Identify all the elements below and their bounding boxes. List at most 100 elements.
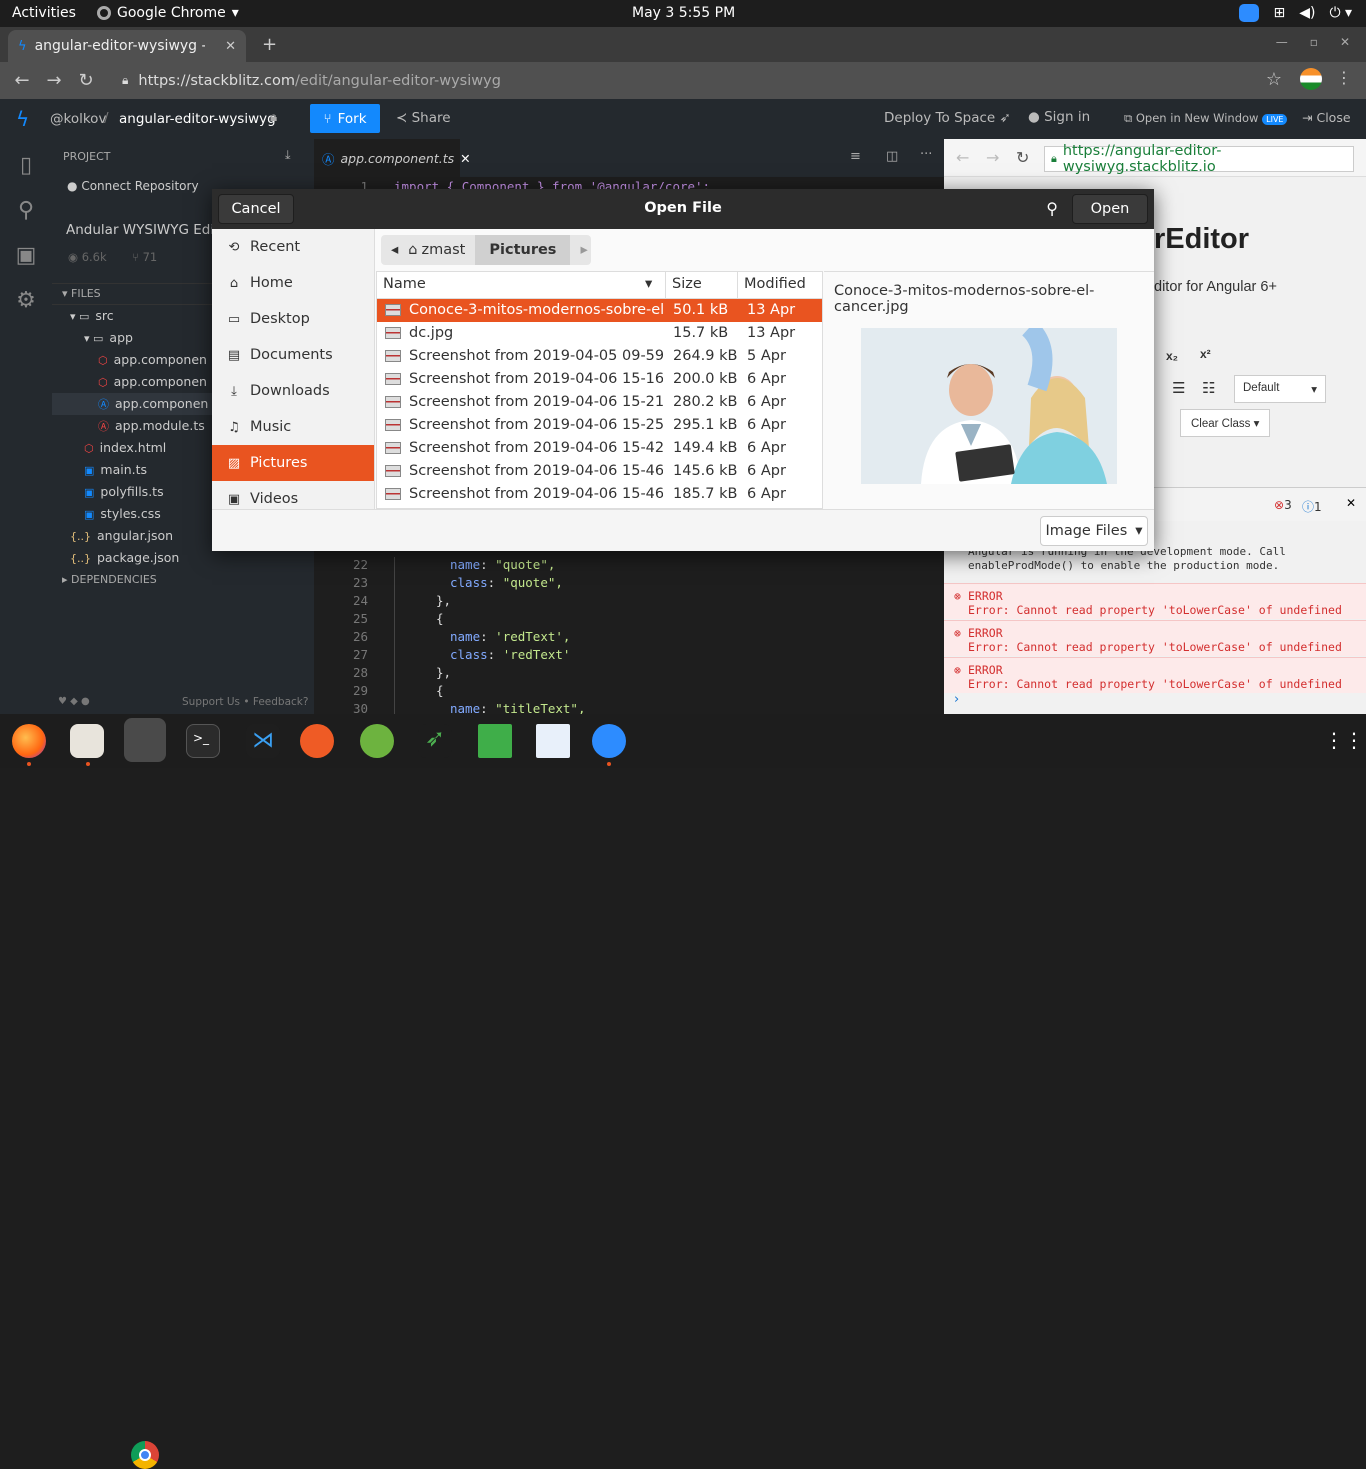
firefox-icon[interactable] [12,724,46,758]
postman-icon[interactable] [300,724,334,758]
preview-reload-icon[interactable]: ↻ [1016,148,1029,167]
path-forward-icon[interactable]: ▸ [570,242,597,258]
file-row[interactable]: Conoce-3-mitos-modernos-sobre-el... 50.1 … [377,299,822,322]
preview-forward-icon[interactable]: → [986,148,999,167]
activities-button[interactable]: Activities [12,5,76,21]
support-links[interactable]: Support Us • Feedback? [182,696,308,708]
fork-button[interactable]: ⑂ Fork [310,104,380,133]
bullet-list-icon[interactable]: ☰ [1172,379,1185,397]
file-row[interactable]: Screenshot from 2019-04-06 15-16-1... 200… [377,368,822,391]
spring-icon[interactable] [360,724,394,758]
file-row[interactable]: Screenshot from 2019-04-06 15-25-4... 295… [377,414,822,437]
app-menu[interactable]: Google Chrome ▾ [97,5,239,21]
project-name[interactable]: angular-editor-wysiwyg [119,111,276,127]
place-downloads[interactable]: ⤓ Downloads [212,373,374,409]
file-row[interactable]: dc.jpg 15.7 kB 13 Apr [377,322,822,345]
error-counter[interactable]: ⊗3 [1274,498,1292,512]
new-tab-button[interactable]: + [262,34,277,55]
place-desktop[interactable]: ▭ Desktop [212,301,374,337]
chrome-menu-icon[interactable]: ⋮ [1336,68,1352,87]
file-row[interactable]: Screenshot from 2019-04-06 15-46-5... 185… [377,483,822,506]
share-button[interactable]: ≺ Share [396,110,451,126]
editor-icon[interactable] [536,724,570,758]
column-size[interactable]: Size [672,276,702,292]
forward-icon[interactable]: → [38,70,70,91]
chrome-icon[interactable] [124,718,166,762]
minimize-icon[interactable]: — [1276,35,1288,49]
file-row[interactable]: Screenshot from 2019-04-05 09-59-5... 264… [377,345,822,368]
console-prompt-icon[interactable]: › [954,692,959,707]
font-select[interactable]: Default ▾ [1234,375,1326,403]
open-button[interactable]: Open [1072,194,1148,224]
error-message[interactable]: Error: Cannot read property 'toLowerCase… [968,603,1342,617]
cancel-button[interactable]: Cancel [218,194,294,224]
preview-url[interactable]: 🔒︎ https://angular-editor-wysiwyg.stackbl… [1044,143,1354,175]
file-row[interactable]: Screenshot from 2019-04-06 15-42-2... 149… [377,437,822,460]
preview-back-icon[interactable]: ← [956,148,969,167]
rocket-icon[interactable]: ➶ [418,724,452,758]
code-line[interactable]: }, [436,665,451,680]
path-back-icon[interactable]: ◂ [381,242,408,258]
code-line[interactable]: name: 'redText', [450,629,570,644]
code-line[interactable]: class: "quote", [450,575,563,590]
file-row[interactable]: Screenshot from 2019-04-06 15-46-3... 145… [377,460,822,483]
column-name[interactable]: Name [383,276,426,292]
subscript-button[interactable]: x₂ [1166,349,1178,363]
error-message[interactable]: Error: Cannot read property 'toLowerCase… [968,640,1342,654]
code-line[interactable]: }, [436,593,451,608]
error-message[interactable]: Error: Cannot read property 'toLowerCase… [968,677,1342,691]
terminal-icon[interactable]: >_ [186,724,220,758]
superscript-button[interactable]: x² [1200,347,1211,361]
reload-icon[interactable]: ↻ [70,70,102,91]
code-line[interactable]: class: 'redText' [450,647,570,662]
extensions-icon[interactable]: ▣ [0,243,52,268]
files-header[interactable]: ▾ FILES [62,287,101,300]
info-counter[interactable]: ⓘ1 [1302,498,1322,515]
file-type-filter[interactable]: Image Files ▾ [1040,516,1148,546]
console-close-icon[interactable]: ✕ [1346,496,1356,510]
file-row[interactable]: Screenshot from 2019-04-06 15-21-0... 280… [377,391,822,414]
download-icon[interactable]: ⤓ [285,147,291,163]
zoom-tray-icon[interactable] [1239,4,1260,22]
back-icon[interactable]: ← [6,70,38,91]
code-line[interactable]: { [436,683,444,698]
place-recent[interactable]: ⟲ Recent [212,229,374,265]
system-tray[interactable]: ⊞ ◀) ⏻ ▾ [1239,4,1352,22]
zoom-icon[interactable] [592,724,626,758]
tab-close-icon[interactable]: ✕ [225,39,236,54]
profile-avatar[interactable] [1300,68,1322,90]
restore-icon[interactable]: ▫ [1310,35,1318,49]
files-icon[interactable]: ▯ [0,153,52,178]
place-pictures[interactable]: ▨ Pictures [212,445,374,481]
vscode-icon[interactable]: ⋊ [246,724,280,758]
address-bar[interactable]: 🔒︎ https://stackblitz.com/edit/angular-e… [112,66,1292,95]
column-modified[interactable]: Modified [744,276,806,292]
stackblitz-logo-icon[interactable]: ϟ [16,107,29,131]
search-icon[interactable]: ⚲ [0,198,52,223]
close-preview-button[interactable]: ⇥ Close [1302,110,1351,125]
connect-repository-button[interactable]: ● Connect Repository [67,179,199,193]
signin-button[interactable]: ● Sign in [1028,109,1090,125]
close-window-icon[interactable]: ✕ [1340,35,1350,49]
user-link[interactable]: @kolkov [50,111,106,127]
close-tab-icon[interactable]: ✕ [460,151,470,166]
files-icon[interactable] [70,724,104,758]
format-icon[interactable]: ≡ [850,149,861,164]
class-select[interactable]: Clear Class ▾ [1180,409,1270,437]
more-icon[interactable]: ··· [920,147,932,162]
deploy-button[interactable]: Deploy To Space ➶ [884,110,1011,126]
path-home[interactable]: zmast [418,242,476,258]
dependencies-header[interactable]: ▸ DEPENDENCIES [62,573,157,586]
search-icon[interactable]: ⚲ [1046,199,1058,218]
place-home[interactable]: ⌂ Home [212,265,374,301]
code-line[interactable]: { [436,611,444,626]
path-current[interactable]: Pictures [475,235,571,265]
editor-tab-active[interactable]: Ⓐ app.component.ts ✕ [314,139,471,177]
code-line[interactable]: name: "quote", [450,557,555,572]
settings-gear-icon[interactable]: ⚙ [0,288,52,313]
bookmark-star-icon[interactable]: ☆ [1266,69,1282,90]
split-editor-icon[interactable]: ◫ [886,149,898,164]
browser-tab[interactable]: ϟ angular-editor-wysiwyg - S ✕ [8,30,246,62]
numbered-list-icon[interactable]: ☷ [1202,379,1215,397]
place-music[interactable]: ♫ Music [212,409,374,445]
